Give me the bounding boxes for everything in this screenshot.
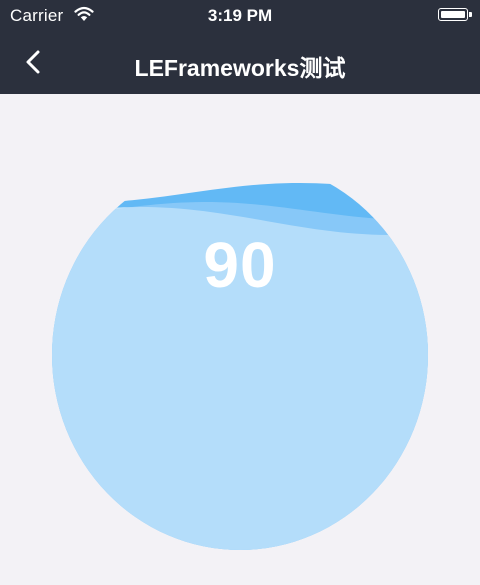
navigation-bar: LEFrameworks测试	[0, 30, 480, 94]
wave-progress-gauge: 90	[52, 160, 428, 550]
status-time: 3:19 PM	[207, 6, 273, 25]
status-bar: Carrier 3:19 PM	[0, 0, 480, 30]
top-bar: Carrier 3:19 PM LEFrameworks测试	[0, 0, 480, 94]
wave-gauge-graphic	[52, 160, 428, 550]
battery-icon	[438, 8, 472, 21]
gauge-value: 90	[203, 229, 277, 301]
page-title: LEFrameworks测试	[134, 55, 346, 81]
